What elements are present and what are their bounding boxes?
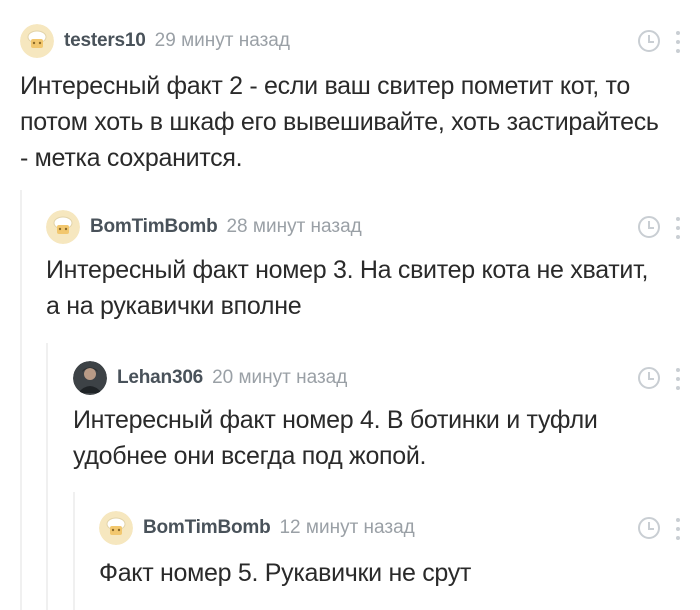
comment-header: testers10 29 минут назад bbox=[20, 24, 290, 58]
comment-time: 29 минут назад bbox=[154, 30, 290, 51]
comment-text: Интересный факт номер 3. На свитер кота … bbox=[46, 252, 696, 324]
comment-text: Факт номер 5. Рукавички не срут bbox=[99, 555, 689, 591]
comment-text: Интересный факт номер 4. В ботинки и туф… bbox=[73, 402, 693, 474]
comment-time: 20 минут назад bbox=[212, 367, 348, 388]
username[interactable]: testers10 bbox=[64, 30, 146, 52]
comments-page: testers10 29 минут назад Интересный факт… bbox=[0, 0, 700, 610]
clock-icon[interactable] bbox=[638, 517, 660, 539]
comment-text: Интересный факт 2 - если ваш свитер поме… bbox=[20, 68, 700, 176]
more-options-icon[interactable] bbox=[676, 217, 680, 239]
clock-icon[interactable] bbox=[638, 367, 660, 389]
comment-text-line: удобнее они всегда под жопой. bbox=[73, 442, 427, 470]
chef-hat-avatar-icon[interactable] bbox=[99, 511, 133, 545]
chef-hat-avatar-icon[interactable] bbox=[46, 210, 80, 244]
comment-text-line: Интересный факт номер 4. В ботинки и туф… bbox=[73, 406, 598, 434]
comment-time: 12 минут назад bbox=[279, 517, 415, 538]
comment-text-line: Факт номер 5. Рукавички не срут bbox=[99, 559, 472, 587]
clock-icon[interactable] bbox=[638, 30, 660, 52]
more-options-icon[interactable] bbox=[676, 368, 680, 390]
comment-text-line: - метка сохранится. bbox=[20, 144, 243, 172]
comment-header: BomTimBomb 28 минут назад bbox=[46, 210, 362, 244]
username[interactable]: BomTimBomb bbox=[143, 517, 271, 539]
comment-text-line: Интересный факт номер 3. На свитер кота … bbox=[46, 256, 649, 284]
comment-header: Lehan306 20 минут назад bbox=[73, 361, 347, 395]
comment-text-line: а на рукавички вполне bbox=[46, 292, 302, 320]
user-photo-avatar-icon[interactable] bbox=[73, 361, 107, 395]
comment-text-line: потом хоть в шкаф его вывешивайте, хоть … bbox=[20, 108, 659, 136]
more-options-icon[interactable] bbox=[676, 518, 680, 540]
username[interactable]: Lehan306 bbox=[117, 367, 203, 389]
thread-line[interactable] bbox=[73, 492, 75, 610]
comment-time: 28 минут назад bbox=[226, 216, 362, 237]
more-options-icon[interactable] bbox=[676, 31, 680, 53]
username[interactable]: BomTimBomb bbox=[90, 216, 218, 238]
thread-line[interactable] bbox=[20, 190, 22, 610]
thread-line[interactable] bbox=[46, 343, 48, 610]
clock-icon[interactable] bbox=[638, 216, 660, 238]
chef-hat-avatar-icon[interactable] bbox=[20, 24, 54, 58]
comment-text-line: Интересный факт 2 - если ваш свитер поме… bbox=[20, 72, 630, 100]
comment-header: BomTimBomb 12 минут назад bbox=[99, 511, 415, 545]
